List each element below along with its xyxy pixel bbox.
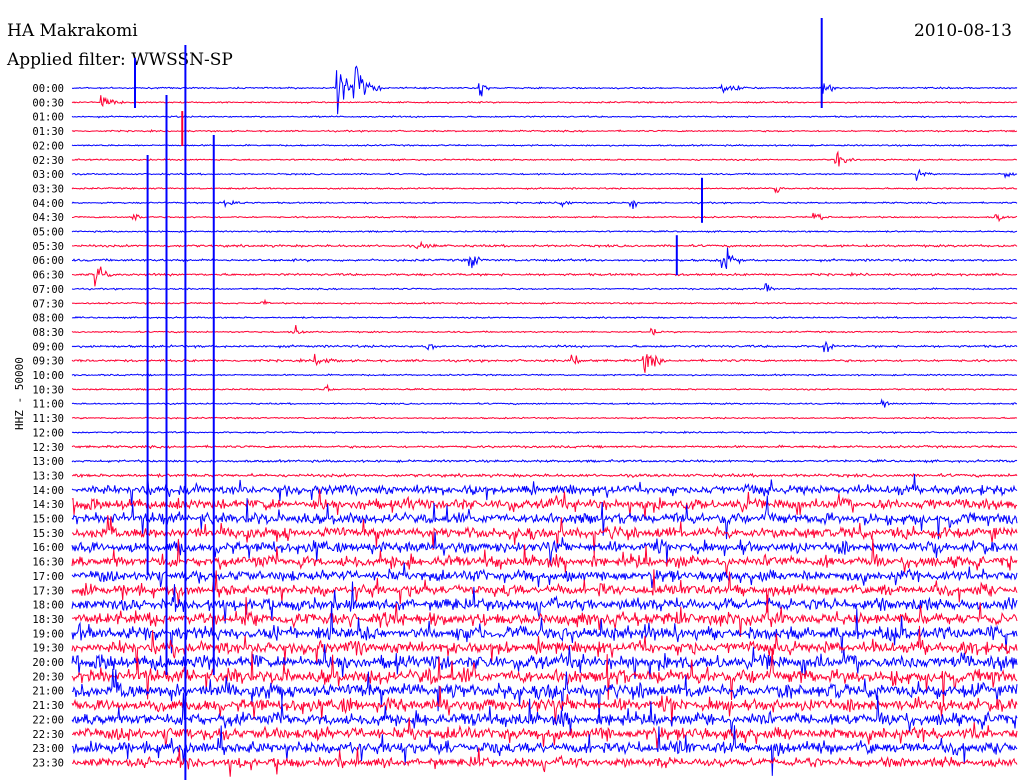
time-label: 02:00 <box>32 140 64 152</box>
trace-group <box>71 18 1018 780</box>
time-label: 03:30 <box>32 183 64 195</box>
time-label: 23:30 <box>32 757 64 769</box>
time-label: 06:30 <box>32 270 64 282</box>
time-label: 01:00 <box>32 112 64 124</box>
time-label: 14:30 <box>32 499 64 511</box>
trace-line <box>71 692 1018 735</box>
time-label: 12:00 <box>32 427 64 439</box>
time-label: 20:00 <box>32 657 64 669</box>
trace-line <box>71 129 1018 133</box>
time-label: 07:30 <box>32 298 64 310</box>
time-label: 08:00 <box>32 313 64 325</box>
time-label: 01:30 <box>32 126 64 138</box>
time-label: 05:00 <box>32 227 64 239</box>
trace-line <box>72 747 1018 777</box>
time-label: 00:00 <box>32 83 64 95</box>
time-label: 14:00 <box>32 485 64 497</box>
time-label: 10:30 <box>32 384 64 396</box>
time-label: 13:00 <box>32 456 64 468</box>
time-label: 04:00 <box>32 198 64 210</box>
time-label: 18:30 <box>32 614 64 626</box>
time-label: 11:00 <box>32 399 64 411</box>
time-label: 19:30 <box>32 643 64 655</box>
time-label: 03:00 <box>32 169 64 181</box>
trace-line <box>71 95 1018 108</box>
time-label: 17:00 <box>32 571 64 583</box>
time-label: 19:00 <box>32 628 64 640</box>
trace-line <box>71 65 1018 115</box>
time-label: 16:30 <box>32 557 64 569</box>
time-label: 12:30 <box>32 442 64 454</box>
time-label: 13:30 <box>32 470 64 482</box>
time-label: 02:30 <box>32 155 64 167</box>
time-label: 21:00 <box>32 686 64 698</box>
time-label: 04:30 <box>32 212 64 224</box>
time-label: 15:30 <box>32 528 64 540</box>
helicorder-plot: 00:00 00:30 01:00 01:30 02:00 02:30 03:00 03:30… <box>32 18 1018 780</box>
time-label: 11:30 <box>32 413 64 425</box>
time-label: 17:30 <box>32 585 64 597</box>
time-label: 21:30 <box>32 700 64 712</box>
time-label: 15:00 <box>32 514 64 526</box>
time-label: 05:30 <box>32 241 64 253</box>
time-label: 10:00 <box>32 370 64 382</box>
time-label: 22:30 <box>32 729 64 741</box>
time-label: 18:00 <box>32 600 64 612</box>
time-label: 09:30 <box>32 356 64 368</box>
time-label: 22:00 <box>32 714 64 726</box>
time-label: 16:00 <box>32 542 64 554</box>
time-label: 23:00 <box>32 743 64 755</box>
time-label: 00:30 <box>32 97 64 109</box>
time-label: 07:00 <box>32 284 64 296</box>
time-label-group: 00:00 00:30 01:00 01:30 02:00 02:30 03:00 03:30… <box>32 83 64 769</box>
time-label: 09:00 <box>32 341 64 353</box>
time-label: 08:30 <box>32 327 64 339</box>
trace-line <box>71 115 1018 119</box>
time-label: 20:30 <box>32 671 64 683</box>
time-label: 06:00 <box>32 255 64 267</box>
